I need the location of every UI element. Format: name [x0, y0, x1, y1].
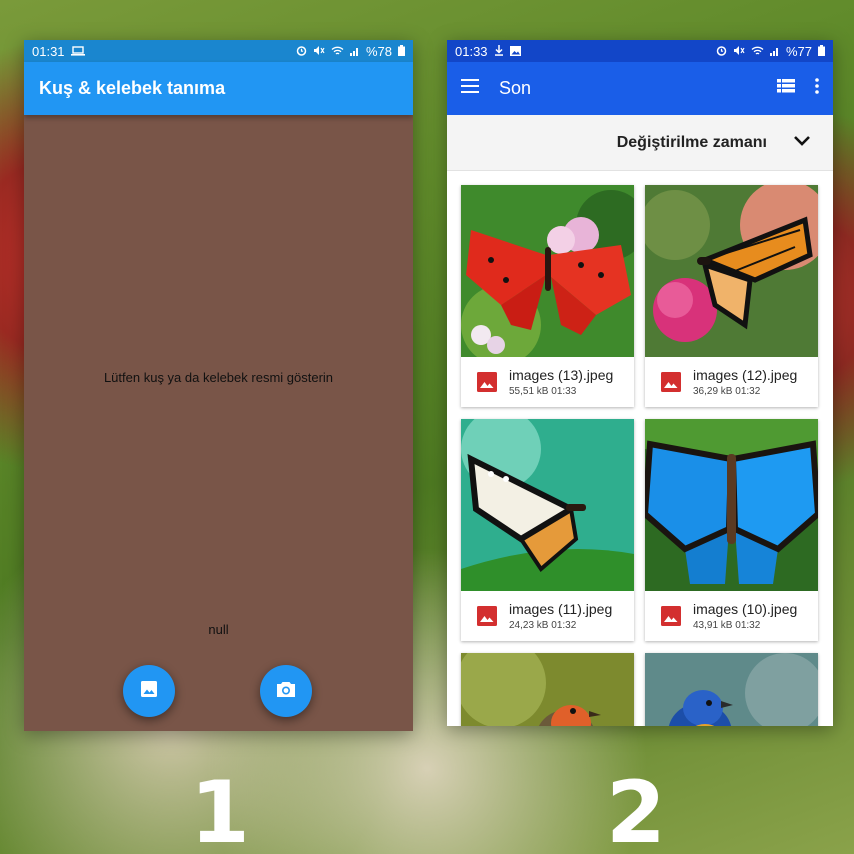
image-notification-icon [509, 44, 521, 59]
image-icon [140, 680, 158, 703]
image-file-icon [661, 606, 681, 626]
gallery-button[interactable] [123, 665, 175, 717]
step-number-2: 2 [606, 763, 666, 854]
image-file-icon [477, 372, 497, 392]
list-view-icon[interactable] [777, 79, 795, 98]
mute-icon [733, 44, 745, 59]
sort-label: Değiştirilme zamanı [616, 133, 767, 151]
more-options-icon[interactable] [815, 78, 819, 99]
image-file-icon [661, 372, 681, 392]
status-bar: 01:31 %78 [24, 40, 413, 62]
camera-icon [276, 680, 296, 703]
thumbnail-image [645, 185, 818, 357]
wifi-icon [751, 44, 764, 59]
result-text: null [208, 622, 229, 637]
alarm-icon [296, 44, 307, 59]
app-bar: Kuş & kelebek tanıma [24, 62, 413, 115]
wifi-icon [331, 44, 344, 59]
file-info: 36,29 kB 01:32 [693, 386, 761, 397]
thumbnail-image [461, 653, 634, 726]
battery-icon [398, 44, 405, 59]
chevron-down-icon[interactable] [793, 134, 811, 152]
image-file-icon [477, 606, 497, 626]
app-title: Kuş & kelebek tanıma [39, 78, 226, 98]
file-name: images (10).jpeg [693, 601, 798, 617]
status-time: 01:33 [455, 43, 488, 59]
file-name: images (11).jpeg [509, 601, 613, 617]
thumbnail-image [461, 419, 634, 591]
status-bar: 01:33 %77 [447, 40, 833, 62]
file-name: images (12).jpeg [693, 367, 798, 383]
file-name: images (13).jpeg [509, 367, 614, 383]
file-info: 24,23 kB 01:32 [509, 620, 577, 631]
menu-icon[interactable] [461, 78, 481, 99]
file-info: 55,51 kB 01:33 [509, 386, 577, 397]
phone-screen-1: 01:31 %78 Kuş & kelebek tanıma Lütfen ku… [24, 40, 413, 731]
file-info: 43,91 kB 01:32 [693, 620, 761, 631]
instruction-text: Lütfen kuş ya da kelebek resmi gösterin [103, 370, 334, 385]
status-time: 01:31 [32, 43, 65, 59]
file-card[interactable] [645, 653, 818, 726]
file-card[interactable] [461, 653, 634, 726]
alarm-icon [716, 44, 727, 59]
mute-icon [313, 44, 325, 59]
file-card[interactable]: images (13).jpeg 55,51 kB 01:33 [461, 185, 634, 407]
file-card[interactable]: images (11).jpeg 24,23 kB 01:32 [461, 419, 634, 641]
file-card[interactable]: images (12).jpeg 36,29 kB 01:32 [645, 185, 818, 407]
thumbnail-image [461, 185, 634, 357]
battery-level: %78 [365, 43, 392, 59]
battery-icon [818, 44, 825, 59]
app-bar: Son [447, 62, 833, 115]
phone-screen-2: 01:33 %77 Son Değiştirilme zamanı images… [447, 40, 833, 726]
step-number-1: 1 [190, 763, 250, 854]
signal-icon [349, 44, 360, 59]
camera-button[interactable] [260, 665, 312, 717]
sort-bar[interactable]: Değiştirilme zamanı [447, 115, 833, 171]
laptop-icon [70, 44, 85, 59]
file-card[interactable]: images (10).jpeg 43,91 kB 01:32 [645, 419, 818, 641]
thumbnail-image [645, 653, 818, 726]
download-icon [494, 44, 504, 59]
battery-level: %77 [785, 43, 812, 59]
page-title: Son [499, 78, 532, 98]
signal-icon [769, 44, 780, 59]
thumbnail-image [645, 419, 818, 591]
